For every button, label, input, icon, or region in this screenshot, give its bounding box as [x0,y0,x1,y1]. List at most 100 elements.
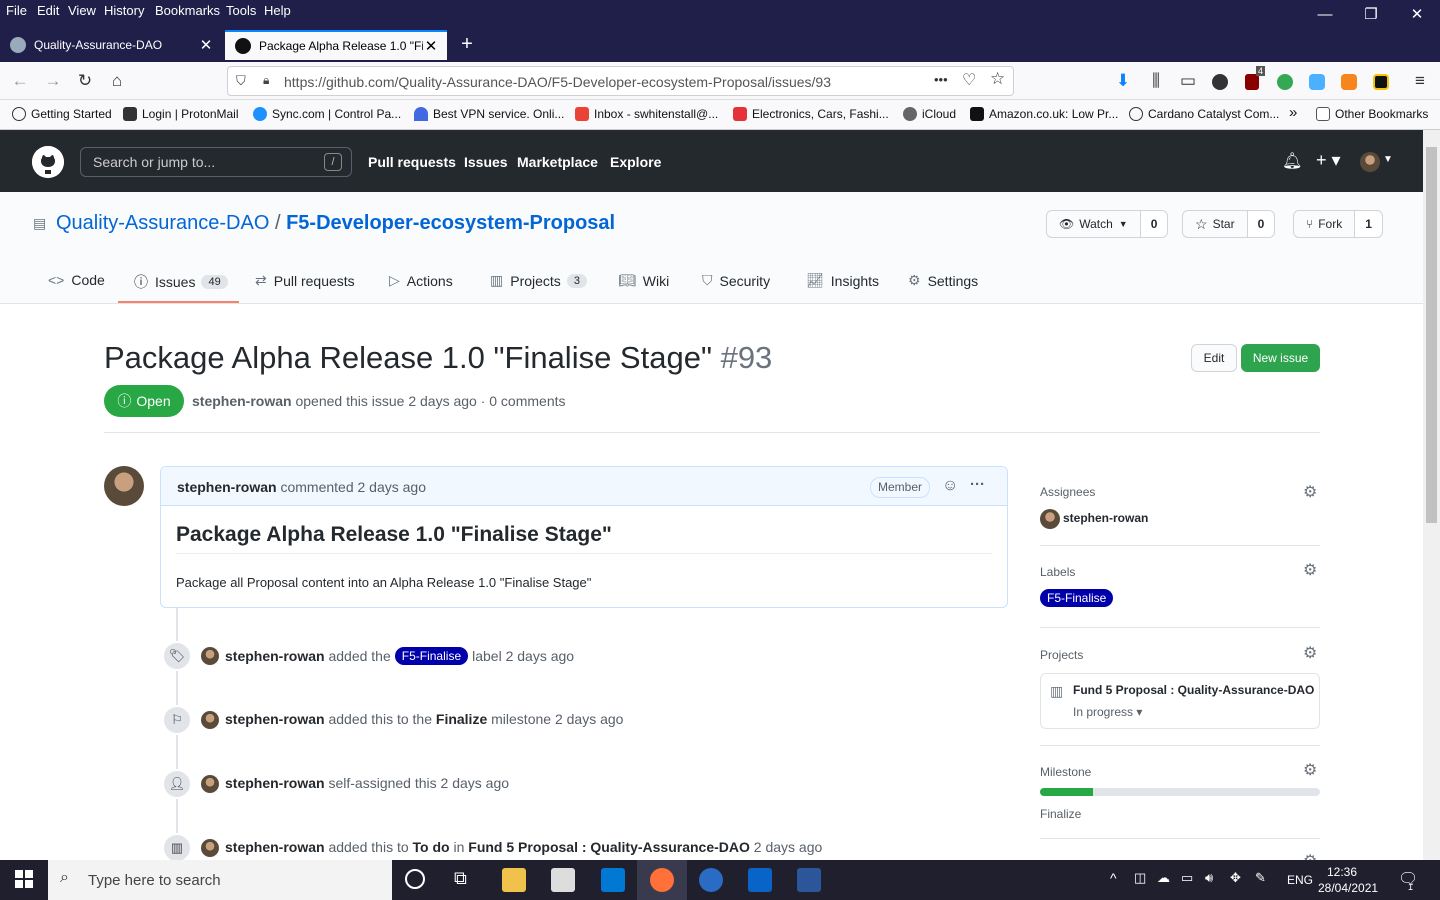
page-actions-icon[interactable]: ••• [934,72,948,87]
lock-icon[interactable]: 🔒︎ [263,73,269,88]
extension-a-icon[interactable] [1277,74,1293,90]
new-issue-button[interactable]: New issue [1241,344,1320,372]
comment-author-link[interactable]: stephen-rowan [177,479,277,495]
hamburger-menu-icon[interactable]: ≡ [1407,68,1433,94]
bookmark-icloud[interactable]: iCloud [903,107,956,121]
mail-icon[interactable] [601,868,625,892]
menu-history[interactable]: History [104,3,144,18]
menu-bookmarks[interactable]: Bookmarks [155,3,220,18]
vpn-app-icon[interactable] [699,868,723,892]
outlook-icon[interactable] [748,868,772,892]
tab-code[interactable]: <> Code [48,272,105,288]
tab-actions[interactable]: ▷ Actions [389,272,453,289]
label-badge[interactable]: F5-Finalise [394,647,469,665]
menu-edit[interactable]: Edit [37,3,59,18]
other-bookmarks[interactable]: Other Bookmarks [1316,107,1428,121]
bookmark-vpn[interactable]: Best VPN service. Onli... [414,107,564,121]
sidebar-icon[interactable]: ▭ [1175,68,1201,94]
star-count[interactable]: 0 [1247,211,1275,237]
watch-button[interactable]: 👁︎ Watch ▼ 0 [1046,210,1169,238]
tab-settings[interactable]: ⚙ Settings [908,272,978,289]
dropbox-icon[interactable]: ✥ [1230,870,1241,886]
url-text[interactable]: https://github.com/Quality-Assurance-DAO… [284,74,831,90]
project-link[interactable]: Fund 5 Proposal : Quality-Assurance-DAO [468,839,750,855]
project-status-dropdown[interactable]: In progress ▾ [1073,705,1142,719]
nav-marketplace[interactable]: Marketplace [517,154,598,170]
extension-b-icon[interactable] [1373,74,1389,90]
extension-icon[interactable] [1212,74,1228,90]
event-user-link[interactable]: stephen-rowan [225,648,325,664]
close-tab-icon[interactable]: ✕ [198,36,214,54]
tab-issues[interactable]: ⓘ Issues 49 [134,272,228,292]
bookmark-sync[interactable]: Sync.com | Control Pa... [253,107,401,121]
bookmark-cardano[interactable]: Cardano Catalyst Com... [1129,107,1279,121]
fork-count[interactable]: 1 [1355,211,1382,237]
bookmark-ebay[interactable]: Electronics, Cars, Fashi... [733,107,889,121]
bell-icon[interactable]: 🔔︎ [1282,151,1302,171]
user-avatar[interactable] [1360,152,1380,172]
metamask-icon[interactable] [1341,74,1357,90]
minimize-button[interactable]: — [1302,0,1348,30]
tab-insights[interactable]: 📈︎ Insights [806,272,879,289]
bookmark-amazon[interactable]: Amazon.co.uk: Low Pr... [970,107,1118,121]
tab-wiki[interactable]: 📖︎ Wiki [618,272,669,289]
tray-app-icon[interactable]: ◫ [1134,870,1146,886]
repo-owner-link[interactable]: Quality-Assurance-DAO [56,212,269,234]
language-indicator[interactable]: ENG [1287,873,1313,887]
reload-icon[interactable]: ↻ [72,68,98,94]
label-badge[interactable]: F5-Finalise [1040,589,1114,607]
cloud-extension-icon[interactable] [1309,74,1325,90]
star-button[interactable]: ☆ Star 0 [1182,210,1276,238]
pen-icon[interactable]: ✎ [1255,870,1266,886]
close-window-button[interactable]: ✕ [1394,0,1440,30]
volume-icon[interactable]: 🔊︎ [1205,870,1213,886]
menu-view[interactable]: View [68,3,96,18]
home-icon[interactable]: ⌂ [104,68,130,94]
downloads-icon[interactable]: ⬇ [1110,68,1136,94]
nav-issues[interactable]: Issues [464,154,508,170]
event-user-link[interactable]: stephen-rowan [225,839,325,855]
new-tab-button[interactable]: + [456,30,478,60]
watch-count[interactable]: 0 [1140,211,1168,237]
chevron-down-icon[interactable]: ▼ [1383,154,1393,165]
task-view-icon[interactable]: ⧉ [454,868,467,889]
close-tab-icon[interactable]: ✕ [423,37,439,55]
clock[interactable]: 12:36 28/04/2021 [1318,864,1378,896]
column-link[interactable]: To do [413,839,450,855]
tab-projects[interactable]: ▥ Projects 3 [490,272,587,289]
edit-button[interactable]: Edit [1191,344,1237,372]
menu-help[interactable]: Help [264,3,291,18]
onedrive-icon[interactable]: ☁ [1157,870,1170,886]
firefox-icon[interactable] [650,868,674,892]
fork-button[interactable]: ⑂ Fork 1 [1293,210,1383,238]
bookmarks-overflow-button[interactable]: » [1289,104,1297,121]
ublock-icon[interactable] [1245,74,1259,90]
word-icon[interactable] [797,868,821,892]
nav-pull-requests[interactable]: Pull requests [368,154,456,170]
milestone-gear-icon[interactable]: ⚙ [1303,760,1317,780]
bookmark-gmail[interactable]: Inbox - swhitenstall@... [575,107,718,121]
tab-security[interactable]: ⛉ Security [702,272,770,289]
create-new-icon[interactable]: + ▾ [1316,150,1341,171]
author-link[interactable]: stephen-rowan [192,393,292,409]
assignee-avatar[interactable] [1040,509,1060,529]
pocket-icon[interactable]: ♡ [962,70,976,90]
shield-icon[interactable]: ⛉ [236,73,246,89]
smiley-icon[interactable]: ☺ [942,477,958,495]
tab-pull-requests[interactable]: ⇄ Pull requests [255,272,355,289]
comment-time[interactable]: commented 2 days ago [280,479,426,495]
avatar[interactable] [201,711,219,729]
avatar[interactable] [201,775,219,793]
file-explorer-icon[interactable] [502,868,526,892]
milestone-link[interactable]: Finalize [436,711,487,727]
comment-author-avatar[interactable] [104,466,144,506]
avatar[interactable] [201,839,219,857]
event-user-link[interactable]: stephen-rowan [225,775,325,791]
windows-start-icon[interactable] [15,870,33,888]
bookmark-star-icon[interactable]: ☆ [990,69,1005,89]
store-icon[interactable] [551,868,575,892]
bookmark-protonmail[interactable]: Login | ProtonMail [123,107,239,121]
tab-quality-assurance-dao[interactable]: Quality-Assurance-DAO ✕ [0,30,222,60]
github-logo-icon[interactable] [32,146,64,178]
assignee-link[interactable]: stephen-rowan [1063,511,1148,525]
